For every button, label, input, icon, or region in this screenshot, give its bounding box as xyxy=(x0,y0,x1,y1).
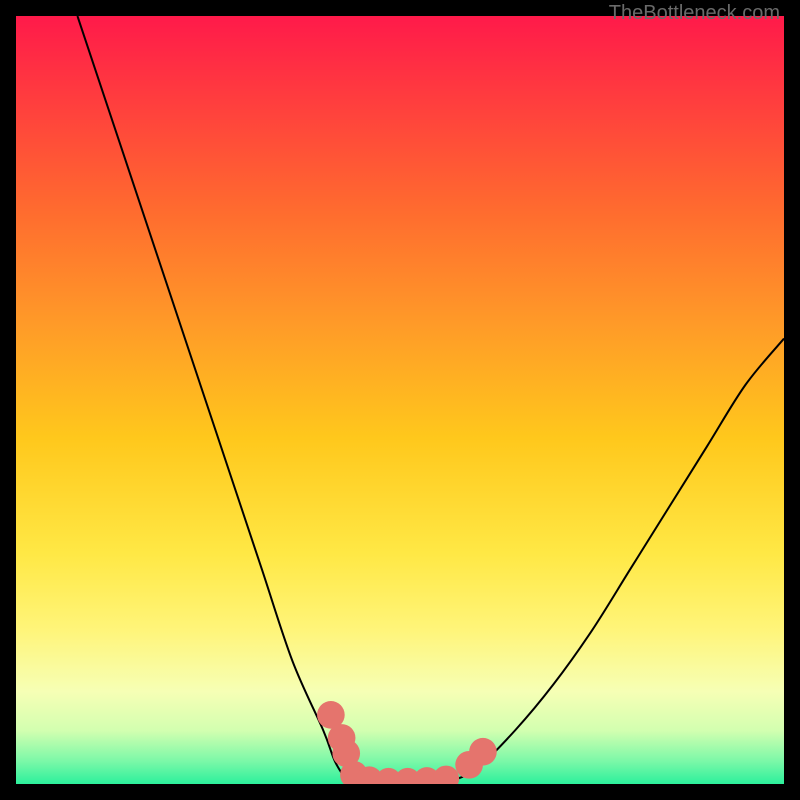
watermark-text: TheBottleneck.com xyxy=(609,2,780,25)
background-gradient xyxy=(16,16,784,784)
outer-frame: TheBottleneck.com xyxy=(0,0,800,800)
plot-area xyxy=(16,16,784,784)
